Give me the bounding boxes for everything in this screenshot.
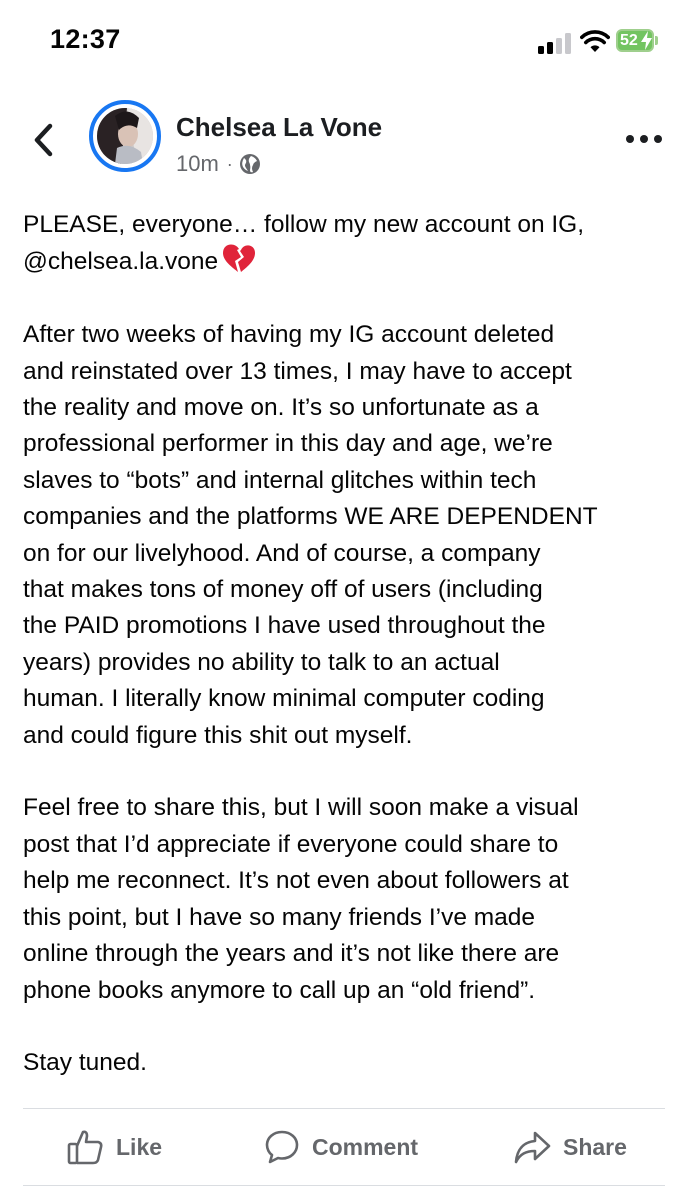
meta-separator: · (226, 153, 233, 174)
share-button[interactable]: Share (513, 1122, 627, 1172)
post-paragraph-text: PLEASE, everyone… follow my new account … (23, 211, 585, 276)
author-avatar[interactable] (89, 100, 161, 172)
status-bar: 12:37 52 (0, 0, 688, 86)
share-arrow-icon (514, 1131, 551, 1164)
globe-icon (239, 154, 260, 174)
broken-heart-icon (223, 244, 256, 273)
avatar-photo (97, 108, 153, 164)
post-paragraph: PLEASE, everyone… follow my new account … (23, 207, 671, 281)
post-actions: Like Comment Share (0, 1122, 688, 1172)
post-meta: 10m · (176, 151, 261, 177)
post-body: PLEASE, everyone… follow my new account … (23, 207, 671, 1082)
wifi-icon (580, 30, 610, 52)
post-paragraph: After two weeks of having my IG account … (23, 321, 598, 749)
charging-bolt-icon (641, 31, 652, 50)
status-time: 12:37 (50, 24, 121, 54)
back-arrow-icon[interactable] (30, 122, 58, 158)
more-options-icon[interactable] (626, 132, 662, 146)
post-header: Chelsea La Vone 10m · (0, 96, 688, 186)
share-label: Share (563, 1133, 627, 1160)
post-paragraph: Stay tuned. (23, 1049, 147, 1077)
like-label: Like (116, 1133, 163, 1160)
comment-button[interactable]: Comment (264, 1122, 418, 1172)
comment-bubble-icon (265, 1130, 299, 1164)
author-name[interactable]: Chelsea La Vone (176, 112, 382, 143)
cellular-signal-icon (538, 32, 572, 54)
thumbs-up-icon (67, 1130, 103, 1165)
actions-divider-bottom (23, 1185, 665, 1186)
post-paragraph: Feel free to share this, but I will soon… (23, 794, 579, 1004)
battery-cap (655, 36, 658, 45)
actions-divider-top (23, 1108, 665, 1109)
post-timestamp[interactable]: 10m (176, 151, 219, 177)
battery-level: 52 (620, 32, 638, 49)
like-button[interactable]: Like (66, 1122, 162, 1172)
comment-label: Comment (312, 1133, 419, 1160)
